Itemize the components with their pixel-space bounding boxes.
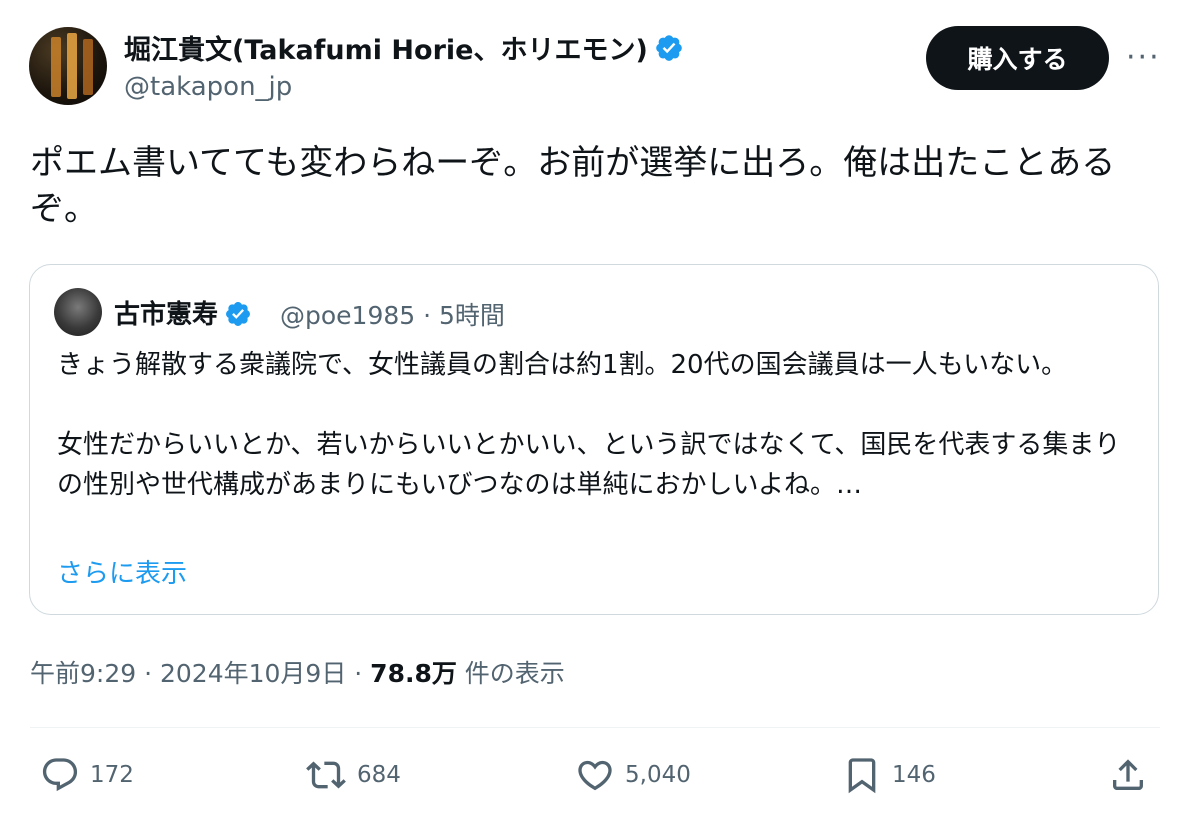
more-options-button[interactable]: ···	[1126, 40, 1161, 75]
author-name-text: 堀江貴文(Takafumi Horie、ホリエモン)	[124, 35, 648, 66]
author-name[interactable]: 堀江貴文(Takafumi Horie、ホリエモン)	[124, 28, 684, 67]
quoted-author-name-text: 古市憲寿	[114, 300, 219, 330]
quoted-author-avatar[interactable]	[54, 288, 102, 336]
buy-button[interactable]: 購入する	[926, 26, 1109, 90]
tweet-meta: 午前9:29 · 2024年10月9日 · 78.8万 件の表示	[30, 654, 565, 690]
share-icon	[1113, 759, 1143, 790]
author-avatar[interactable]	[29, 27, 107, 105]
bookmark-count: 146	[892, 762, 936, 788]
tweet-text: ポエム書いてても変わらねーぞ。お前が選挙に出ろ。俺は出たことあるぞ。	[30, 143, 1116, 229]
quoted-handle-time[interactable]: @poe1985 · 5時間	[280, 296, 505, 332]
reply-count: 172	[90, 762, 134, 788]
share-button[interactable]	[1108, 755, 1148, 795]
like-button[interactable]: 5,040	[575, 755, 691, 795]
bookmark-icon	[848, 758, 876, 794]
reply-button[interactable]: 172	[40, 755, 134, 795]
like-count: 5,040	[625, 762, 691, 788]
like-icon	[578, 760, 612, 791]
bookmark-button[interactable]: 146	[842, 755, 936, 795]
verified-badge-icon	[655, 35, 682, 61]
show-more-link[interactable]: さらに表示	[57, 553, 187, 590]
divider	[30, 727, 1160, 728]
quoted-paragraph: きょう解散する衆議院で、女性議員の割合は約1割。20代の国会議員は一人もいない。	[57, 350, 1068, 380]
quoted-tweet-text: きょう解散する衆議院で、女性議員の割合は約1割。20代の国会議員は一人もいない。…	[57, 345, 1139, 505]
retweet-icon	[306, 761, 346, 789]
quoted-paragraph: 女性だからいいとか、若いからいいとかいい、という訳ではなくて、国民を代表する集ま…	[57, 430, 1121, 500]
retweet-button[interactable]: 684	[305, 755, 401, 795]
view-count: 78.8万	[370, 659, 457, 688]
reply-icon	[42, 758, 78, 792]
retweet-count: 684	[357, 762, 401, 788]
verified-badge-icon	[226, 302, 250, 326]
tweet-timestamp[interactable]: 午前9:29 · 2024年10月9日 ·	[30, 659, 370, 688]
quoted-author-name[interactable]: 古市憲寿	[114, 294, 252, 331]
author-handle[interactable]: @takapon_jp	[124, 72, 292, 102]
view-count-label: 件の表示	[456, 659, 565, 688]
